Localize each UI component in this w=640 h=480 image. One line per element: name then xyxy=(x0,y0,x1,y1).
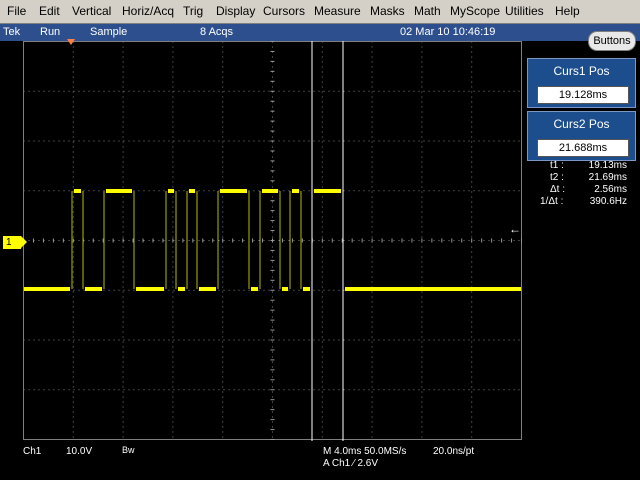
ch1-waveform xyxy=(24,41,521,441)
trigger-level-icon: ← xyxy=(509,222,521,236)
trace-segment xyxy=(220,189,247,193)
menu-edit[interactable]: Edit xyxy=(39,4,60,18)
cursor1-box[interactable]: Curs1 Pos 19.128ms xyxy=(527,58,636,108)
trace-segment xyxy=(251,287,258,291)
trace-segment xyxy=(282,287,288,291)
menu-bar: File Edit Vertical Horiz/Acq Trig Displa… xyxy=(0,0,640,24)
trace-segment xyxy=(106,189,132,193)
menu-display[interactable]: Display xyxy=(216,4,255,18)
trace-segment xyxy=(189,189,195,193)
acquisition-count: 8 Acqs xyxy=(200,26,234,38)
trigger-readout[interactable]: A Ch1 ⁄ 2.6V xyxy=(323,458,378,469)
trace-segment xyxy=(314,189,341,193)
trace-segment xyxy=(136,287,164,291)
menu-cursors[interactable]: Cursors xyxy=(263,4,305,18)
bandwidth-label: Bw xyxy=(122,445,135,455)
cursor1-value[interactable]: 19.128ms xyxy=(537,86,629,104)
trigger-position-icon xyxy=(67,39,75,45)
timebase-readout[interactable]: M 4.0ms 50.0MS/s xyxy=(323,446,406,457)
run-status: Run xyxy=(40,26,61,38)
t2-label: t2 : xyxy=(550,172,564,183)
trace-segment xyxy=(178,287,185,291)
menu-file[interactable]: File xyxy=(7,4,26,18)
cursor1-title: Curs1 Pos xyxy=(553,64,610,78)
frequency-label: 1/Δt : xyxy=(540,196,564,207)
menu-myscope[interactable]: MyScope xyxy=(450,4,500,18)
menu-math[interactable]: Math xyxy=(414,4,441,18)
date-time: 02 Mar 10 10:46:19 xyxy=(400,26,496,38)
trace-segment xyxy=(168,189,174,193)
status-bar: Tek Run Sample 8 Acqs 02 Mar 10 10:46:19 xyxy=(0,24,640,41)
menu-trig[interactable]: Trig xyxy=(183,4,203,18)
cursor2-title: Curs2 Pos xyxy=(553,117,610,131)
channel-scale[interactable]: 10.0V xyxy=(66,446,92,457)
menu-measure[interactable]: Measure xyxy=(314,4,361,18)
trace-segment xyxy=(199,287,216,291)
trace-segment xyxy=(345,287,521,291)
t2-value: 21.69ms xyxy=(588,172,627,183)
brand-label: Tek xyxy=(3,26,21,38)
trace-segment xyxy=(24,287,70,291)
menu-vertical[interactable]: Vertical xyxy=(72,4,111,18)
menu-utilities[interactable]: Utilities xyxy=(505,4,544,18)
delta-t-value: 2.56ms xyxy=(594,184,627,195)
cursor2-value[interactable]: 21.688ms xyxy=(537,139,629,157)
channel-label[interactable]: Ch1 xyxy=(23,446,41,457)
acquisition-mode: Sample xyxy=(90,26,128,38)
t1-label: t1 : xyxy=(550,160,564,171)
delta-t-label: Δt : xyxy=(550,184,566,195)
trace-segment xyxy=(85,287,102,291)
bottom-readout: Ch1 10.0V Bw M 4.0ms 50.0MS/s 20.0ns/pt … xyxy=(0,441,522,480)
trace-segment xyxy=(262,189,278,193)
frequency-value: 390.6Hz xyxy=(589,196,627,207)
menu-horiz-acq[interactable]: Horiz/Acq xyxy=(122,4,174,18)
trace-segment xyxy=(303,287,310,291)
menu-help[interactable]: Help xyxy=(555,4,580,18)
ch1-marker[interactable]: 1 xyxy=(3,236,27,249)
buttons-button[interactable]: Buttons xyxy=(588,31,636,51)
trace-segment xyxy=(292,189,299,193)
cursor-panel: Curs1 Pos 19.128ms Curs2 Pos 21.688ms t1… xyxy=(522,52,640,480)
trace-segment xyxy=(74,189,81,193)
t1-value: 19.13ms xyxy=(588,160,627,171)
cursor2-box[interactable]: Curs2 Pos 21.688ms xyxy=(527,111,636,161)
resolution-readout: 20.0ns/pt xyxy=(433,446,475,457)
menu-masks[interactable]: Masks xyxy=(370,4,405,18)
